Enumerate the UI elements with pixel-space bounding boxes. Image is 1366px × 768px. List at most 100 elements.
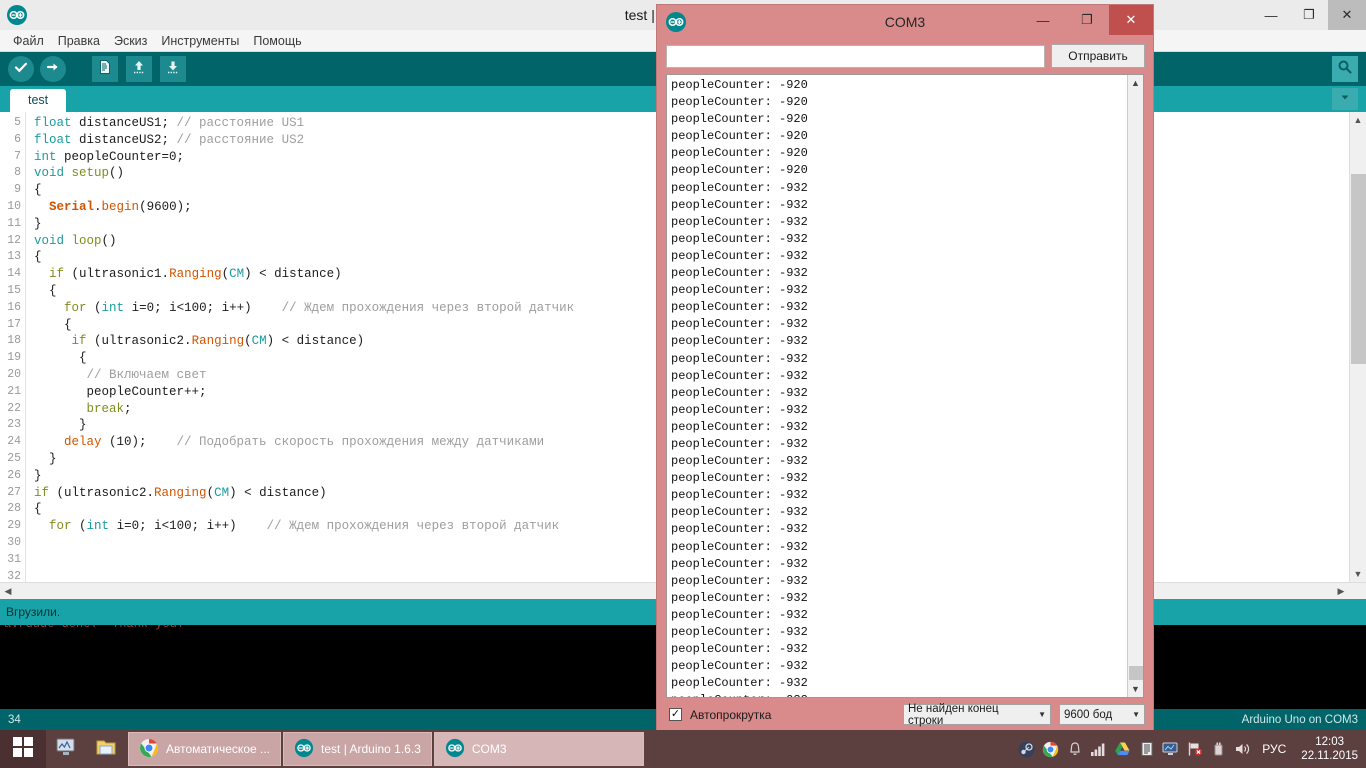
- open-sketch-button[interactable]: [126, 56, 152, 82]
- serial-scroll-thumb[interactable]: [1129, 666, 1143, 680]
- serial-scroll-down-arrow-icon[interactable]: ▼: [1128, 681, 1143, 697]
- serial-send-button[interactable]: Отправить: [1051, 44, 1145, 68]
- flag-icon[interactable]: [1186, 741, 1203, 758]
- menu-item-file[interactable]: Файл: [6, 32, 51, 50]
- line-number: 7: [14, 149, 21, 163]
- taskbar-item-label: test | Arduino 1.6.3: [321, 742, 421, 756]
- upload-button[interactable]: [40, 56, 66, 82]
- line-number: 18: [7, 334, 21, 348]
- serial-output-line: peopleCounter: -932: [671, 351, 808, 366]
- arduino-icon: [445, 738, 465, 761]
- new-file-icon: [97, 59, 113, 80]
- serial-output-line: peopleCounter: -932: [671, 214, 808, 229]
- serial-monitor-button[interactable]: [1332, 56, 1358, 82]
- line-ending-select[interactable]: Не найден конец строки ▼: [903, 702, 1051, 727]
- serial-scroll-up-arrow-icon[interactable]: ▲: [1128, 75, 1143, 91]
- serial-close-button[interactable]: ✕: [1109, 5, 1153, 35]
- line-number: 22: [7, 401, 21, 415]
- scroll-up-arrow-icon[interactable]: ▲: [1350, 112, 1366, 128]
- line-ending-value: Не найден конец строки: [908, 702, 999, 727]
- volume-icon[interactable]: [1234, 741, 1251, 758]
- line-number: 19: [7, 351, 21, 365]
- quick-launch-explorer[interactable]: [86, 730, 126, 768]
- editor-scroll-thumb[interactable]: [1351, 174, 1366, 364]
- serial-output-line: peopleCounter: -932: [671, 385, 808, 400]
- serial-output-panel[interactable]: peopleCounter: -920 peopleCounter: -920 pe…: [666, 74, 1144, 698]
- line-number: 6: [14, 132, 21, 146]
- bell-icon[interactable]: [1066, 741, 1083, 758]
- chevron-down-icon: ▼: [1132, 710, 1140, 719]
- serial-minimize-button[interactable]: —: [1021, 5, 1065, 35]
- menu-item-tools[interactable]: Инструменты: [154, 32, 246, 50]
- tab-dropdown-button[interactable]: [1332, 88, 1358, 110]
- steam-icon[interactable]: [1018, 741, 1035, 758]
- document-icon[interactable]: [1138, 741, 1155, 758]
- serial-output-line: peopleCounter: -932: [671, 522, 808, 537]
- serial-output-line: peopleCounter: -932: [671, 334, 808, 349]
- line-number-gutter: 5 6 7 8 9 10 11 12 13 14 15 16 17 18 19 20 21 22 23 24 25 26 2…: [0, 112, 26, 582]
- checkmark-icon: [13, 59, 29, 80]
- clock-time: 12:03: [1315, 736, 1345, 748]
- scroll-right-arrow-icon[interactable]: ▶: [1333, 583, 1349, 599]
- ide-close-button[interactable]: ✕: [1328, 0, 1366, 30]
- baud-rate-value: 9600 бод: [1064, 708, 1113, 721]
- serial-monitor-titlebar: COM3 — ❐ ✕: [657, 5, 1153, 39]
- language-indicator[interactable]: РУС: [1258, 742, 1290, 756]
- ide-maximize-button[interactable]: ❐: [1290, 0, 1328, 30]
- serial-output-line: peopleCounter: -932: [671, 419, 808, 434]
- autoscroll-checkbox[interactable]: ✓: [669, 708, 682, 721]
- taskbar-item-chrome[interactable]: Автоматическое ...: [128, 732, 282, 766]
- line-number: 5: [14, 116, 21, 129]
- serial-output-line: peopleCounter: -932: [671, 454, 808, 469]
- line-number: 13: [7, 250, 21, 264]
- serial-maximize-button[interactable]: ❐: [1065, 5, 1109, 35]
- line-number: 10: [7, 199, 21, 213]
- serial-monitor-title-text: COM3: [884, 14, 926, 30]
- baud-rate-select[interactable]: 9600 бод ▼: [1059, 704, 1145, 725]
- line-number: 27: [7, 485, 21, 499]
- serial-output-line: peopleCounter: -932: [671, 692, 1143, 697]
- line-number: 15: [7, 283, 21, 297]
- new-sketch-button[interactable]: [92, 56, 118, 82]
- display-icon[interactable]: [1162, 741, 1179, 758]
- cursor-line-number: 34: [8, 714, 21, 726]
- chevron-down-icon: ▼: [1038, 710, 1046, 719]
- serial-output-line: peopleCounter: -932: [671, 659, 808, 674]
- serial-send-input[interactable]: [666, 44, 1045, 68]
- quick-launch-monitor[interactable]: [46, 730, 86, 768]
- menu-item-help[interactable]: Помощь: [246, 32, 308, 50]
- scroll-left-arrow-icon[interactable]: ◀: [0, 583, 16, 599]
- serial-vertical-scrollbar[interactable]: ▲ ▼: [1127, 75, 1143, 697]
- signal-icon[interactable]: [1090, 741, 1107, 758]
- serial-output-line: peopleCounter: -932: [671, 402, 808, 417]
- sketch-tab-test[interactable]: test: [10, 88, 67, 112]
- line-number: 29: [7, 519, 21, 533]
- menu-item-edit[interactable]: Правка: [51, 32, 107, 50]
- serial-output-line: peopleCounter: -932: [671, 573, 808, 588]
- serial-output-line: peopleCounter: -920: [671, 95, 808, 110]
- menu-item-sketch[interactable]: Эскиз: [107, 32, 154, 50]
- line-number: 23: [7, 418, 21, 432]
- line-number: 31: [7, 552, 21, 566]
- ide-minimize-button[interactable]: —: [1252, 0, 1290, 30]
- taskbar-item-com3[interactable]: COM3: [433, 732, 644, 766]
- line-number: 21: [7, 384, 21, 398]
- usb-icon[interactable]: [1210, 741, 1227, 758]
- verify-button[interactable]: [8, 56, 34, 82]
- editor-vertical-scrollbar[interactable]: ▲ ▼: [1349, 112, 1366, 582]
- google-drive-icon[interactable]: [1114, 741, 1131, 758]
- start-button[interactable]: [0, 730, 46, 768]
- serial-footer: ✓ Автопрокрутка Не найден конец строки ▼…: [657, 698, 1153, 727]
- chrome-icon[interactable]: [1042, 741, 1059, 758]
- serial-output-lines: peopleCounter: -920 peopleCounter: -920 pe…: [667, 75, 1143, 697]
- scroll-down-arrow-icon[interactable]: ▼: [1350, 566, 1366, 582]
- taskbar-item-arduino-ide[interactable]: test | Arduino 1.6.3: [283, 732, 432, 766]
- clock-date: 22.11.2015: [1301, 750, 1358, 762]
- arduino-logo-icon: [6, 4, 28, 26]
- taskbar-item-label: COM3: [471, 742, 507, 756]
- taskbar-clock[interactable]: 12:03 22.11.2015: [1297, 735, 1358, 763]
- serial-output-line: peopleCounter: -932: [671, 625, 808, 639]
- serial-output-line: peopleCounter: -932: [671, 317, 808, 332]
- serial-output-line: peopleCounter: -932: [671, 539, 808, 554]
- save-sketch-button[interactable]: [160, 56, 186, 82]
